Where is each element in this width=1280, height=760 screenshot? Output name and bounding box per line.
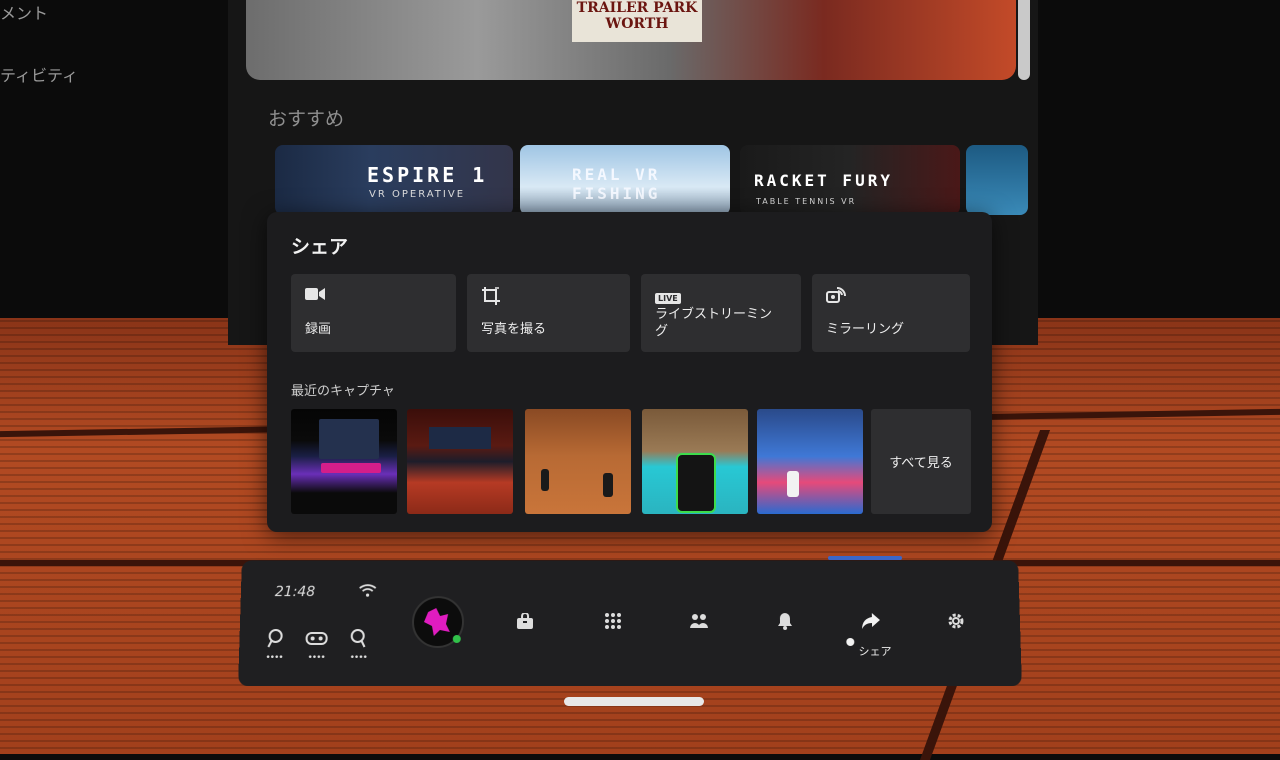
cast-icon xyxy=(826,286,956,308)
record-button[interactable]: 録画 xyxy=(291,274,456,352)
tile-title: ESPIRE 1 xyxy=(367,163,487,187)
share-panel: シェア 録画 写真を撮る LIVE ライブストリーミン グ ミラーリング 最近の… xyxy=(267,212,992,532)
live-icon-text: LIVE xyxy=(655,293,681,304)
active-tab-label: シェア xyxy=(858,643,891,659)
live-badge-icon: LIVE xyxy=(655,286,787,308)
live-streaming-button[interactable]: LIVE ライブストリーミン グ xyxy=(641,274,801,352)
avatar[interactable] xyxy=(412,596,465,648)
wifi-icon xyxy=(358,582,376,601)
left-controller-status[interactable]: •••• xyxy=(261,628,288,662)
universal-menu-bar: 21:48 •••• •••• •••• シェア xyxy=(238,560,1022,686)
video-camera-icon xyxy=(305,286,442,308)
hero-badge: TRAILER PARK WORTH xyxy=(572,0,702,42)
panel-title: シェア xyxy=(291,232,348,259)
active-dot xyxy=(846,638,854,646)
crop-camera-icon xyxy=(481,286,616,308)
recommended-title: おすすめ xyxy=(268,104,344,131)
grab-handle[interactable] xyxy=(564,697,704,706)
capture-thumbnail[interactable] xyxy=(525,409,631,514)
battery-dots: •••• xyxy=(345,654,371,662)
capture-thumbnail[interactable] xyxy=(757,409,863,514)
share-icon[interactable] xyxy=(858,608,884,634)
tile-subtitle: VR OPERATIVE xyxy=(369,189,465,200)
active-tab-indicator xyxy=(828,556,902,560)
recent-captures-label: 最近のキャプチャ xyxy=(291,380,395,399)
headset-status[interactable]: •••• xyxy=(303,628,330,662)
mirroring-label: ミラーリング xyxy=(826,321,904,338)
record-label: 録画 xyxy=(305,321,331,338)
see-all-button[interactable]: すべて見る xyxy=(871,409,971,514)
tile-subtitle: TABLE TENNIS VR xyxy=(756,197,856,206)
recommended-tile[interactable]: R xyxy=(966,145,1028,215)
battery-dots: •••• xyxy=(303,654,329,662)
live-streaming-label: ライブストリーミン グ xyxy=(655,306,772,340)
clock: 21:48 xyxy=(275,584,316,600)
bell-icon[interactable] xyxy=(772,608,798,634)
capture-thumbnail[interactable] xyxy=(407,409,513,514)
tile-title: REAL VR FISHING xyxy=(572,165,730,203)
right-controller-status[interactable]: •••• xyxy=(345,628,372,662)
settings-icon[interactable] xyxy=(943,608,970,634)
recommended-tile[interactable]: ESPIRE 1 VR OPERATIVE xyxy=(275,145,513,215)
apps-icon[interactable] xyxy=(600,608,626,634)
mirroring-button[interactable]: ミラーリング xyxy=(812,274,970,352)
sidebar-item-label[interactable]: ティビティ xyxy=(0,62,78,86)
hero-banner[interactable]: TRAILER PARK WORTH xyxy=(246,0,1016,80)
sidebar-item-label[interactable]: メント xyxy=(0,0,48,24)
headset-icon xyxy=(305,633,327,652)
recommended-tile[interactable]: REAL VR FISHING xyxy=(520,145,730,215)
battery-dots: •••• xyxy=(261,654,287,662)
capture-thumbnail[interactable] xyxy=(291,409,397,514)
right-controller-icon xyxy=(349,633,367,652)
hero-next-card[interactable] xyxy=(1018,0,1030,80)
recommended-tile[interactable]: RACKET FURY TABLE TENNIS VR xyxy=(740,145,960,215)
store-icon[interactable] xyxy=(512,608,538,634)
take-photo-label: 写真を撮る xyxy=(481,321,546,338)
left-controller-icon xyxy=(265,633,284,652)
take-photo-button[interactable]: 写真を撮る xyxy=(467,274,630,352)
people-icon[interactable] xyxy=(686,608,712,634)
tile-title: RACKET FURY xyxy=(754,171,893,190)
capture-thumbnail[interactable] xyxy=(642,409,748,514)
online-status-dot xyxy=(453,635,461,643)
